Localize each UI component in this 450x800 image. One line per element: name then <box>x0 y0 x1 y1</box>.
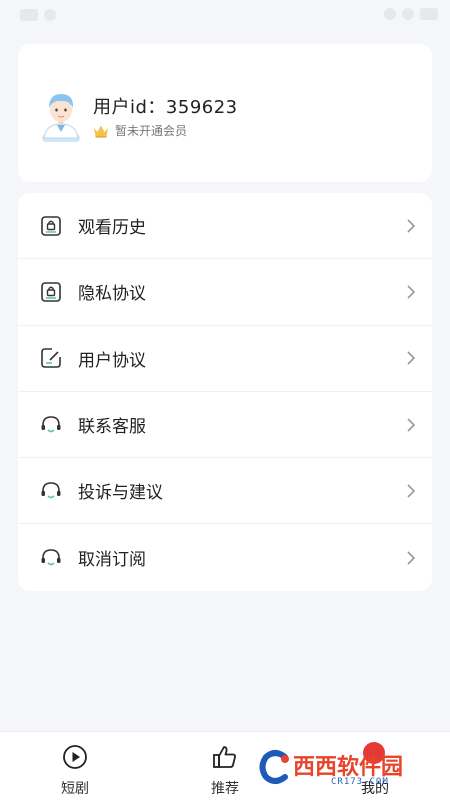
menu-item-watch-history[interactable]: 观看历史 <box>18 193 432 260</box>
headset-icon <box>41 415 61 432</box>
menu-item-label: 联系客服 <box>78 417 146 438</box>
battery-icon <box>420 8 438 20</box>
menu-item-label: 观看历史 <box>78 218 146 239</box>
play-circle-icon <box>63 745 87 769</box>
chevron-right-icon <box>407 484 416 498</box>
avatar <box>42 94 80 142</box>
status-right-icons <box>384 8 438 20</box>
chevron-right-icon <box>407 285 416 299</box>
wifi-icon <box>402 8 414 20</box>
profile-card[interactable]: 用户id：359623 暂未开通会员 <box>18 44 432 182</box>
menu-item-user-agreement[interactable]: 用户协议 <box>18 326 432 392</box>
signal-icon <box>384 8 396 20</box>
chevron-right-icon <box>407 351 416 365</box>
tab-recommend[interactable]: 推荐 <box>185 732 265 800</box>
menu-item-cancel-subscription[interactable]: 取消订阅 <box>18 524 432 590</box>
status-bar <box>0 0 450 30</box>
lock-doc-icon <box>41 282 61 302</box>
status-left-icons <box>20 9 56 21</box>
watermark-logo-icon <box>259 750 289 784</box>
vip-status-text: 暂未开通会员 <box>115 124 188 138</box>
carrier-icon <box>20 9 38 21</box>
menu-card: 观看历史 隐私协议 用户协议 联系客服 投诉与建议 取消订阅 <box>18 193 432 591</box>
edit-doc-icon <box>41 348 61 369</box>
tab-label: 短剧 <box>61 781 89 797</box>
thumbs-up-icon <box>213 746 236 768</box>
crown-icon <box>94 125 108 138</box>
tab-label: 推荐 <box>211 781 239 797</box>
notification-icon <box>44 9 56 21</box>
menu-item-feedback[interactable]: 投诉与建议 <box>18 458 432 525</box>
menu-item-privacy-policy[interactable]: 隐私协议 <box>18 259 432 326</box>
chevron-right-icon <box>407 219 416 233</box>
menu-item-customer-service[interactable]: 联系客服 <box>18 392 432 459</box>
watermark: 西西软件园 CR173.COM <box>255 743 450 793</box>
menu-item-label: 取消订阅 <box>78 550 146 571</box>
headset-icon <box>41 548 61 565</box>
tab-short-drama[interactable]: 短剧 <box>35 732 115 800</box>
menu-item-label: 隐私协议 <box>78 284 146 305</box>
headset-icon <box>41 482 61 499</box>
lock-doc-icon <box>41 215 61 236</box>
vip-status-row[interactable]: 暂未开通会员 <box>93 122 187 139</box>
menu-item-label: 投诉与建议 <box>78 483 163 504</box>
watermark-url: CR173.COM <box>331 777 389 787</box>
user-id: 用户id：359623 <box>93 97 238 118</box>
chevron-right-icon <box>407 551 416 565</box>
chevron-right-icon <box>407 417 416 432</box>
menu-item-label: 用户协议 <box>78 350 146 371</box>
